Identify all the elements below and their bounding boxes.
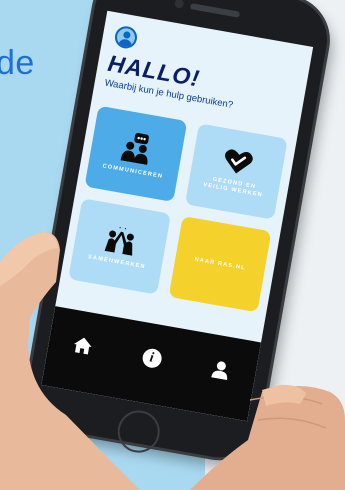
- tile-label: COMMUNICEREN: [102, 162, 164, 180]
- chat-people-icon: [120, 132, 150, 165]
- info-icon: i: [140, 346, 163, 369]
- tile-naar-ras-nl[interactable]: NAAR RAS.NL: [168, 215, 272, 313]
- front-camera: [173, 0, 185, 9]
- earpiece-speaker: [189, 3, 241, 18]
- tile-label: GEZOND EN VEILIG WERKEN: [202, 176, 264, 199]
- tile-communiceren[interactable]: COMMUNICEREN: [84, 105, 188, 203]
- bottom-tab-bar: i: [41, 306, 262, 422]
- home-button: [114, 407, 164, 456]
- tab-home[interactable]: [60, 322, 106, 368]
- background-headline: de: [0, 44, 35, 82]
- tab-info[interactable]: i: [129, 335, 175, 381]
- high-five-icon: [104, 225, 134, 256]
- avatar-icon[interactable]: [113, 24, 139, 51]
- home-icon: [73, 337, 92, 355]
- tab-profile[interactable]: [198, 347, 244, 393]
- tile-label: NAAR RAS.NL: [194, 256, 247, 272]
- tile-label: SAMENWERKEN: [87, 253, 147, 270]
- tile-samenwerken[interactable]: SAMENWERKEN: [68, 198, 172, 295]
- profile-icon: [211, 361, 228, 381]
- tile-gezond-en-veilig-werken[interactable]: GEZOND EN VEILIG WERKEN: [184, 123, 288, 220]
- heart-check-icon: [225, 149, 253, 174]
